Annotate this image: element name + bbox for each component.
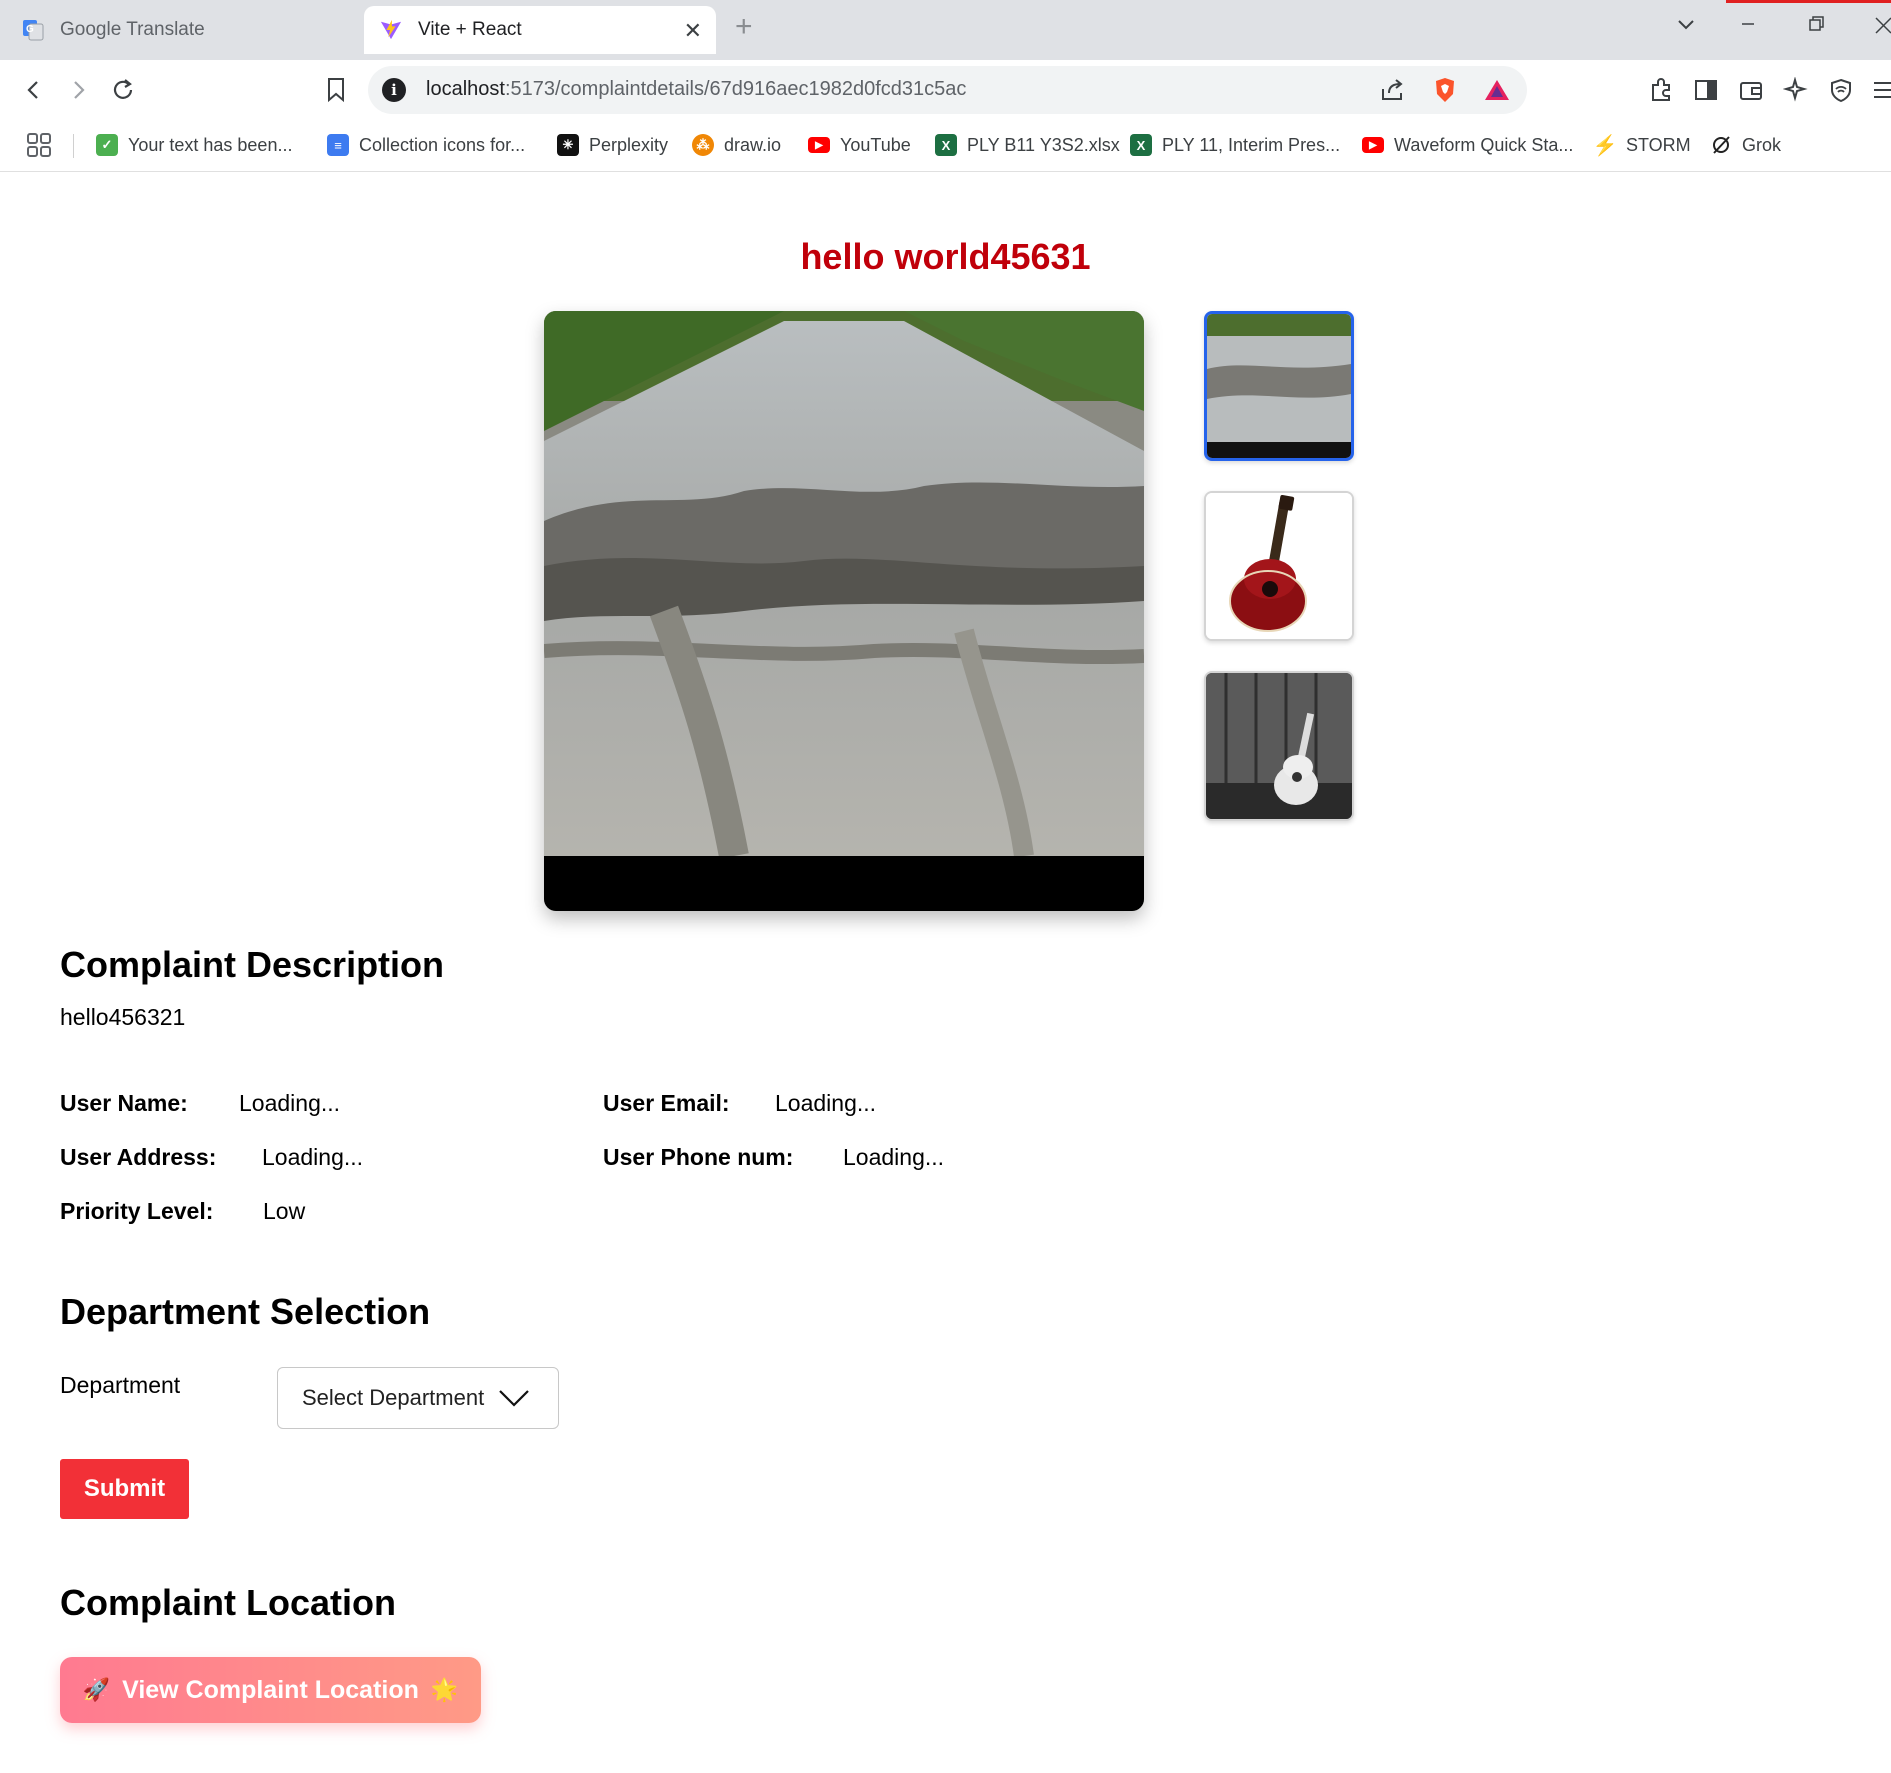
bookmark-icon[interactable]: [318, 72, 354, 108]
excel-icon: X: [935, 134, 957, 156]
user-phone-value: Loading...: [843, 1144, 945, 1170]
youtube-icon: ▶: [808, 137, 830, 153]
tab-label: Google Translate: [60, 19, 205, 40]
new-tab-button[interactable]: +: [735, 12, 753, 42]
user-phone-label: User Phone num:: [603, 1144, 794, 1170]
lightning-icon: ⚡: [1592, 134, 1618, 157]
user-address-label: User Address:: [60, 1144, 217, 1170]
submit-button[interactable]: Submit: [60, 1459, 189, 1519]
bookmark-drawio[interactable]: ⁂ draw.io: [692, 130, 781, 160]
bookmark-grok[interactable]: Grok: [1710, 130, 1781, 160]
checkmark-icon: ✓: [96, 134, 118, 156]
department-select[interactable]: Select Department: [277, 1367, 559, 1429]
google-translate-icon: G: [22, 19, 44, 41]
view-complaint-location-button[interactable]: 🚀 View Complaint Location 🌟: [60, 1657, 481, 1723]
sidebar-icon[interactable]: [1692, 76, 1720, 104]
page-title: hello world45631: [800, 236, 1091, 277]
user-address-value: Loading...: [262, 1144, 364, 1170]
youtube-icon: ▶: [1362, 137, 1384, 153]
brave-shields-icon[interactable]: [1431, 76, 1459, 104]
drawio-icon: ⁂: [692, 134, 714, 156]
tab-label: Vite + React: [418, 19, 522, 40]
bookmark-perplexity[interactable]: ✳ Perplexity: [557, 130, 668, 160]
complaint-location-heading: Complaint Location: [60, 1582, 396, 1623]
perplexity-icon: ✳: [557, 134, 579, 156]
thumbnail-red-guitar[interactable]: [1204, 491, 1354, 641]
bookmark-your-text[interactable]: ✓ Your text has been...: [96, 130, 292, 160]
tab-search-chevron-icon[interactable]: [1676, 14, 1696, 40]
star-icon: 🌟: [430, 1677, 459, 1702]
user-email-value: Loading...: [775, 1090, 877, 1116]
user-email-label: User Email:: [603, 1090, 730, 1116]
priority-level-value: Low: [263, 1198, 306, 1224]
share-icon[interactable]: [1378, 76, 1406, 104]
vite-icon: [380, 19, 402, 41]
thumbnail-road[interactable]: [1204, 311, 1354, 461]
department-select-value: Select Department: [302, 1385, 485, 1410]
bookmarks-bar: ✓ Your text has been... ≡ Collection ico…: [0, 120, 1891, 172]
leo-ai-icon[interactable]: [1782, 76, 1810, 104]
minimize-icon[interactable]: [1738, 14, 1758, 40]
bookmarks-divider: [73, 134, 74, 158]
close-window-icon[interactable]: [1872, 14, 1891, 40]
wallet-icon[interactable]: [1737, 76, 1765, 104]
document-icon: ≡: [327, 134, 349, 156]
user-name-value: Loading...: [239, 1090, 341, 1116]
rocket-icon: 🚀: [82, 1677, 111, 1702]
excel-icon: X: [1130, 134, 1152, 156]
vpn-shield-icon[interactable]: [1827, 76, 1855, 104]
complaint-description-text: hello456321: [60, 1004, 186, 1030]
close-tab-icon[interactable]: ✕: [684, 18, 702, 44]
priority-level-label: Priority Level:: [60, 1198, 214, 1224]
chevron-down-icon: [498, 1388, 530, 1414]
bookmark-ply-b11[interactable]: X PLY B11 Y3S2.xlsx: [935, 130, 1120, 160]
back-icon[interactable]: [16, 72, 52, 108]
forward-icon[interactable]: [60, 72, 96, 108]
bookmark-storm[interactable]: ⚡ STORM: [1592, 130, 1691, 160]
tab-vite-react[interactable]: Vite + React ✕: [364, 6, 716, 54]
department-label: Department: [60, 1372, 181, 1398]
restore-icon[interactable]: [1806, 14, 1826, 40]
browser-toolbar: i localhost:5173/complaintdetails/67d916…: [0, 60, 1891, 120]
tab-google-translate[interactable]: G Google Translate: [22, 6, 352, 54]
complaint-description-heading: Complaint Description: [60, 944, 445, 985]
grok-icon: [1710, 134, 1732, 156]
apps-grid-icon[interactable]: [26, 130, 52, 160]
road-pothole-image[interactable]: [544, 311, 1144, 911]
view-complaint-location-label: View Complaint Location: [122, 1675, 419, 1704]
bookmark-waveform[interactable]: ▶ Waveform Quick Sta...: [1362, 130, 1573, 160]
menu-icon[interactable]: [1868, 76, 1891, 104]
user-name-label: User Name:: [60, 1090, 188, 1116]
address-bar[interactable]: i localhost:5173/complaintdetails/67d916…: [368, 66, 1527, 114]
window-accent-line: [1726, 0, 1891, 3]
brave-rewards-icon[interactable]: [1483, 76, 1511, 104]
bookmark-youtube[interactable]: ▶ YouTube: [808, 130, 911, 160]
svg-text:G: G: [26, 24, 34, 35]
reload-icon[interactable]: [105, 72, 141, 108]
bookmark-ply-11-interim[interactable]: X PLY 11, Interim Pres...: [1130, 130, 1340, 160]
browser-tab-strip: G Google Translate Vite + React ✕ +: [0, 0, 1891, 60]
url-text[interactable]: localhost:5173/complaintdetails/67d916ae…: [426, 78, 966, 101]
site-info-icon[interactable]: i: [382, 78, 406, 102]
department-selection-heading: Department Selection: [60, 1291, 431, 1332]
thumbnail-bw-guitar[interactable]: [1204, 671, 1354, 821]
bookmark-collection-icons[interactable]: ≡ Collection icons for...: [327, 130, 525, 160]
extensions-puzzle-icon[interactable]: [1647, 76, 1675, 104]
